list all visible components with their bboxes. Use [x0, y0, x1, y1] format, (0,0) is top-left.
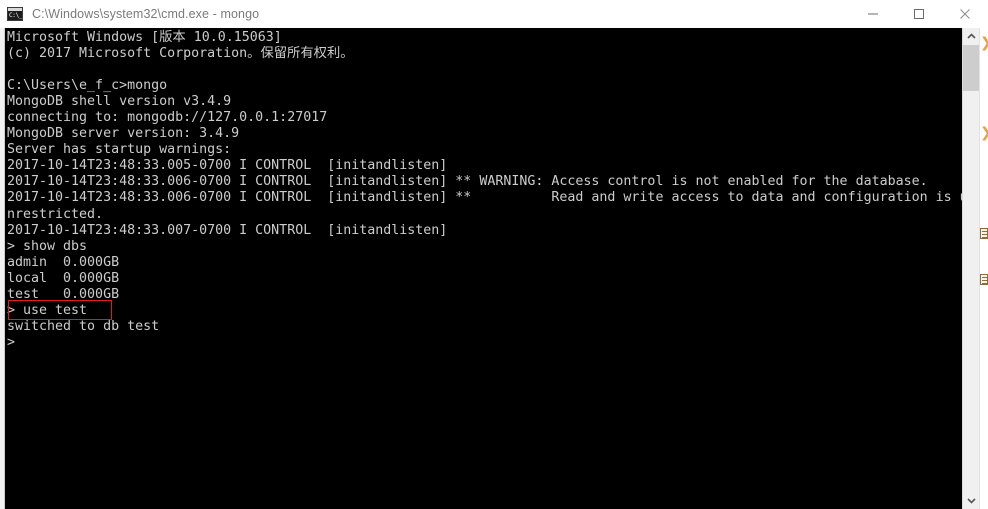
- window-title: C:\Windows\system32\cmd.exe - mongo: [32, 7, 260, 21]
- console-line: 2017-10-14T23:48:33.005-0700 I CONTROL […: [7, 158, 448, 174]
- chevron-partial-1: ❯: [980, 34, 988, 52]
- console-line: local 0.000GB: [7, 270, 120, 286]
- close-icon: [960, 9, 970, 19]
- console-line: 2017-10-14T23:48:33.006-0700 I CONTROL […: [7, 174, 928, 190]
- document-icon: [980, 274, 988, 285]
- console-line: 2017-10-14T23:48:33.006-0700 I CONTROL […: [7, 190, 962, 206]
- chevron-right-icon: ❯: [980, 35, 988, 51]
- console-line: MongoDB server version: 3.4.9: [7, 126, 240, 142]
- cmd-window: C:\_ C:\Windows\system32\cmd.exe - mongo: [0, 0, 988, 509]
- console-line: Microsoft Windows [版本 10.0.15063]: [7, 30, 282, 45]
- console-line: 2017-10-14T23:48:33.007-0700 I CONTROL […: [7, 222, 448, 238]
- console-line: connecting to: mongodb://127.0.0.1:27017: [7, 110, 328, 126]
- console-output-area[interactable]: Microsoft Windows [版本 10.0.15063] (c) 201…: [5, 28, 962, 509]
- close-button[interactable]: [942, 0, 988, 28]
- console-frame: Microsoft Windows [版本 10.0.15063] (c) 201…: [0, 28, 988, 509]
- console-line: MongoDB shell version v3.4.9: [7, 94, 232, 110]
- console-line: nrestricted.: [7, 206, 104, 222]
- cmd-icon-text: C:\_: [9, 12, 23, 19]
- console-line: Server has startup warnings:: [7, 142, 232, 158]
- console-line: > show dbs: [7, 238, 88, 254]
- window-controls: [850, 0, 988, 28]
- console-line: C:\Users\e_f_c>mongo: [7, 78, 168, 94]
- cmd-icon: C:\_: [7, 7, 23, 21]
- background-window-edge: ❯❯: [979, 28, 988, 509]
- scroll-down-button[interactable]: [963, 492, 980, 509]
- chevron-right-icon: ❯: [980, 125, 988, 141]
- scroll-up-button[interactable]: [963, 28, 980, 45]
- console-line: switched to db test: [7, 318, 160, 334]
- scrollbar-thumb[interactable]: [963, 45, 980, 91]
- chevron-down-icon: [967, 498, 976, 504]
- console-line: > use test: [7, 302, 88, 318]
- minimize-icon: [868, 13, 878, 15]
- document-partial-2: [980, 274, 988, 285]
- console-line: test 0.000GB: [7, 286, 120, 302]
- minimize-button[interactable]: [850, 0, 896, 28]
- title-bar[interactable]: C:\_ C:\Windows\system32\cmd.exe - mongo: [0, 0, 988, 28]
- maximize-button[interactable]: [896, 0, 942, 28]
- vertical-scrollbar[interactable]: [962, 28, 980, 509]
- console-text: Microsoft Windows [版本 10.0.15063] (c) 201…: [7, 30, 962, 351]
- chevron-up-icon: [967, 33, 976, 39]
- maximize-icon: [914, 9, 924, 19]
- scrollbar-track[interactable]: [963, 45, 980, 492]
- console-line: admin 0.000GB: [7, 254, 120, 270]
- console-line: (c) 2017 Microsoft Corporation。保留所有权利。: [7, 46, 354, 62]
- chevron-partial-2: ❯: [980, 124, 988, 142]
- document-partial-1: [980, 228, 988, 239]
- console-line: >: [7, 334, 16, 350]
- document-icon: [980, 228, 988, 239]
